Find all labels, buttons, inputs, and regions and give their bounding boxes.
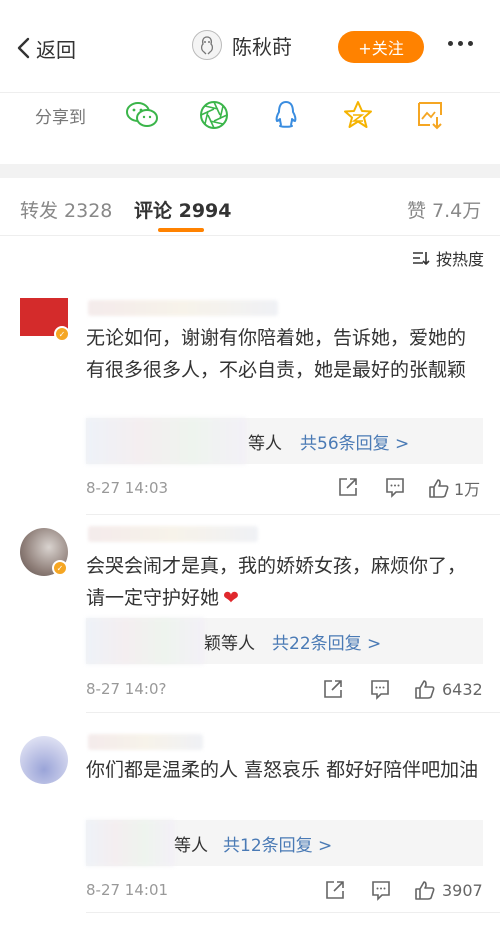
heart-icon: ❤ bbox=[223, 587, 239, 609]
sort-icon bbox=[413, 252, 430, 266]
tab-active-indicator bbox=[158, 228, 204, 232]
avatar[interactable] bbox=[192, 30, 222, 60]
comment-username[interactable] bbox=[88, 300, 278, 316]
like-count: 6432 bbox=[442, 679, 483, 699]
comment-username[interactable] bbox=[88, 526, 258, 542]
avatar[interactable] bbox=[20, 736, 68, 784]
wechat-icon[interactable] bbox=[124, 97, 160, 133]
thumbs-up-icon bbox=[415, 680, 435, 699]
divider bbox=[86, 514, 500, 515]
reply-names-blurred bbox=[86, 418, 246, 464]
comment-text: 无论如何，谢谢有你陪着她，告诉她，爱她的有很多很多人，不必自责，她是最好的张靓颖 bbox=[86, 327, 467, 381]
share-label: 分享到 bbox=[35, 108, 86, 128]
qzone-icon[interactable] bbox=[340, 97, 376, 133]
reply-who: 等人 bbox=[248, 433, 282, 454]
share-bar: 分享到 bbox=[0, 92, 500, 146]
reply-who: 等人 bbox=[174, 835, 208, 856]
reply-names-blurred bbox=[86, 618, 204, 664]
comment-username[interactable] bbox=[88, 734, 203, 750]
reply-count-link[interactable]: 共56条回复 > bbox=[300, 429, 409, 454]
thumbs-up-icon bbox=[429, 479, 449, 498]
avatar-figure-icon bbox=[200, 36, 214, 55]
reply-names-blurred bbox=[86, 820, 174, 866]
share-comment-icon[interactable] bbox=[322, 678, 344, 700]
comment-time: 8-27 14:0? bbox=[86, 680, 167, 698]
comment-time: 8-27 14:03 bbox=[86, 479, 169, 497]
tab-like[interactable]: 赞 7.4万 bbox=[407, 196, 481, 223]
save-image-icon[interactable] bbox=[412, 97, 448, 133]
back-button[interactable]: 返回 bbox=[14, 32, 76, 64]
like-button[interactable]: 1万 bbox=[428, 476, 480, 500]
qq-icon[interactable] bbox=[268, 97, 304, 133]
reply-who: 颖等人 bbox=[204, 633, 255, 654]
reply-summary[interactable]: 等人 共12条回复 > bbox=[86, 820, 483, 866]
share-comment-icon[interactable] bbox=[337, 476, 359, 498]
tab-bar: 转发 2328 评论 2994 赞 7.4万 bbox=[0, 178, 500, 236]
sort-button[interactable]: 按热度 bbox=[412, 246, 484, 270]
comment-text: 你们都是温柔的人 喜怒哀乐 都好好陪伴吧加油 bbox=[86, 759, 479, 781]
top-bar: 返回 陈秋莳 +关注 bbox=[0, 0, 500, 92]
moments-icon[interactable] bbox=[196, 97, 232, 133]
reply-summary[interactable]: 颖等人 共22条回复 > bbox=[86, 618, 483, 664]
reply-comment-icon[interactable] bbox=[370, 879, 392, 901]
profile-name[interactable]: 陈秋莳 bbox=[232, 31, 292, 60]
follow-button[interactable]: +关注 bbox=[338, 31, 424, 63]
divider bbox=[86, 712, 500, 713]
like-count: 3907 bbox=[442, 880, 483, 900]
verified-badge-icon: ✓ bbox=[52, 560, 68, 576]
like-button[interactable]: 3907 bbox=[414, 879, 483, 901]
chevron-left-icon bbox=[17, 37, 30, 59]
section-divider bbox=[0, 164, 500, 178]
reply-count-link[interactable]: 共22条回复 > bbox=[272, 629, 381, 654]
divider bbox=[86, 912, 500, 913]
sort-label: 按热度 bbox=[436, 250, 485, 269]
back-label: 返回 bbox=[36, 37, 76, 62]
verified-badge-icon: ✓ bbox=[54, 326, 70, 342]
comment-text: 会哭会闹才是真，我的娇娇女孩，麻烦你了，请一定守护好她 ❤ bbox=[86, 550, 481, 614]
tab-repost[interactable]: 转发 2328 bbox=[20, 196, 112, 223]
thumbs-up-icon bbox=[415, 881, 435, 900]
tab-comment[interactable]: 评论 2994 bbox=[134, 196, 232, 223]
reply-comment-icon[interactable] bbox=[384, 476, 406, 498]
comment-time: 8-27 14:01 bbox=[86, 881, 169, 899]
more-options-icon[interactable] bbox=[448, 41, 473, 46]
profile-header[interactable]: 陈秋莳 bbox=[192, 30, 292, 60]
like-count: 1万 bbox=[454, 480, 481, 499]
like-button[interactable]: 6432 bbox=[414, 678, 483, 700]
reply-count-link[interactable]: 共12条回复 > bbox=[223, 831, 332, 856]
reply-comment-icon[interactable] bbox=[369, 678, 391, 700]
share-comment-icon[interactable] bbox=[324, 879, 346, 901]
reply-summary[interactable]: 等人 共56条回复 > bbox=[86, 418, 483, 464]
